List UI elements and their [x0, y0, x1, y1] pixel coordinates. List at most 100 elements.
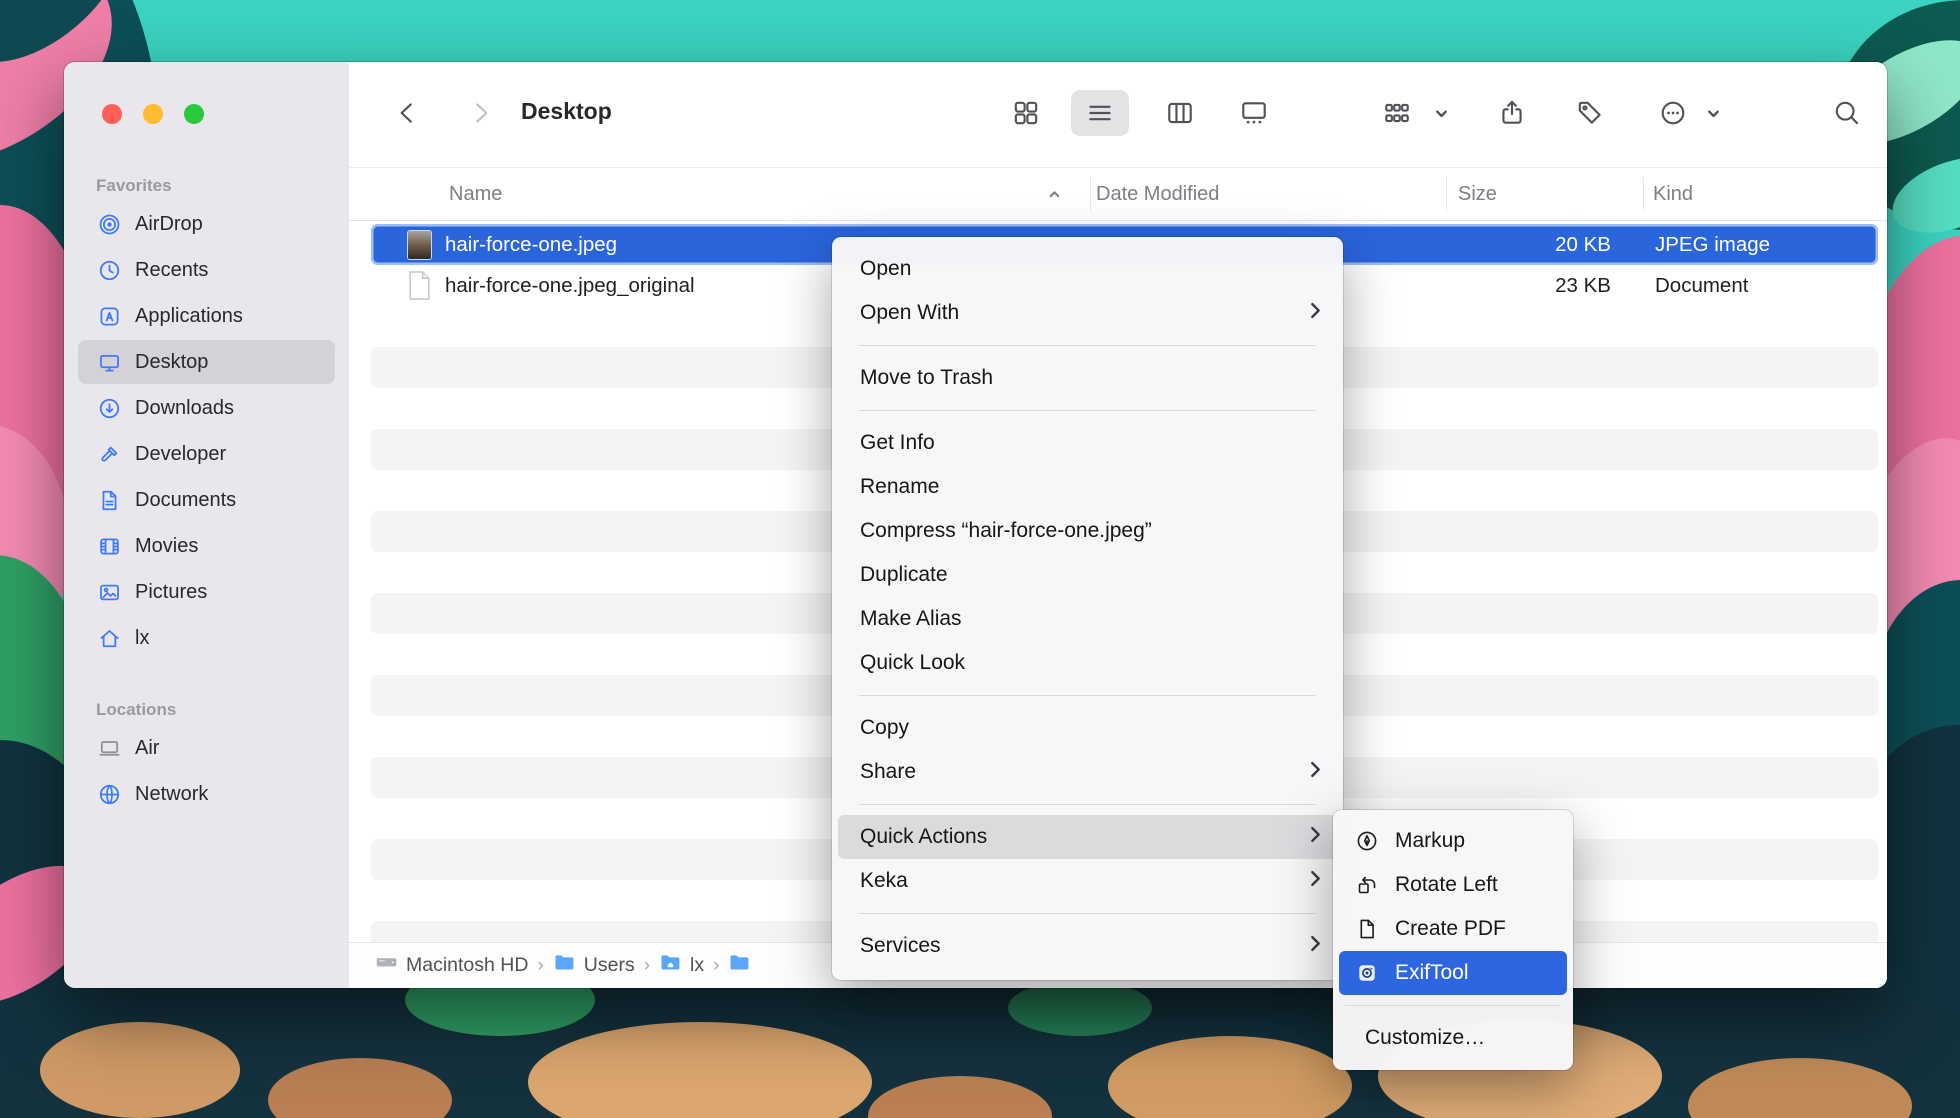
menu-item-get-info[interactable]: Get Info — [838, 421, 1337, 465]
back-button[interactable] — [385, 90, 429, 136]
icon-view-button[interactable] — [997, 90, 1055, 136]
column-header-name[interactable]: Name — [449, 168, 502, 220]
file-kind: JPEG image — [1655, 233, 1770, 257]
window-controls — [102, 104, 204, 124]
sidebar-item-developer[interactable]: Developer — [78, 432, 335, 476]
file-name: hair-force-one.jpeg — [445, 233, 617, 257]
menu-item-move-to-trash[interactable]: Move to Trash — [838, 356, 1337, 400]
share-button[interactable] — [1488, 90, 1536, 136]
quick-actions-submenu: Markup Rotate Left Create PDF ExifTool C… — [1333, 810, 1573, 1070]
menu-item-share[interactable]: Share — [838, 750, 1337, 794]
column-header-date-modified[interactable]: Date Modified — [1096, 168, 1219, 220]
submenu-item-create-pdf[interactable]: Create PDF — [1339, 907, 1567, 951]
gallery-view-button[interactable] — [1225, 90, 1283, 136]
sidebar-item-downloads[interactable]: Downloads — [78, 386, 335, 430]
submenu-chevron-right-icon — [1310, 869, 1321, 893]
downloads-icon — [96, 395, 122, 421]
submenu-item-rotate-left[interactable]: Rotate Left — [1339, 863, 1567, 907]
path-item-users[interactable]: Users — [553, 951, 635, 980]
sidebar-item-label: lx — [135, 627, 149, 650]
submenu-chevron-right-icon — [1310, 825, 1321, 849]
sidebar-item-movies[interactable]: Movies — [78, 524, 335, 568]
home-icon — [96, 625, 122, 651]
sidebar-item-network[interactable]: Network — [78, 772, 335, 816]
gallery-view-icon — [1239, 98, 1269, 128]
menu-separator — [859, 913, 1316, 914]
home-folder-icon — [659, 951, 682, 980]
submenu-item-exiftool[interactable]: ExifTool — [1339, 951, 1567, 995]
path-item-label: Macintosh HD — [406, 954, 528, 977]
submenu-item-label: Rotate Left — [1395, 873, 1498, 897]
list-column-header: Name Date Modified Size Kind — [349, 167, 1887, 221]
sidebar-section-title-favorites: Favorites — [96, 176, 349, 196]
menu-item-quick-look[interactable]: Quick Look — [838, 641, 1337, 685]
sidebar-item-label: AirDrop — [135, 213, 203, 236]
submenu-item-customize[interactable]: Customize… — [1339, 1016, 1567, 1060]
forward-button[interactable] — [459, 90, 503, 136]
minimize-button[interactable] — [143, 104, 163, 124]
rotate-left-icon — [1354, 872, 1380, 898]
submenu-item-label: Markup — [1395, 829, 1465, 853]
path-item-label: lx — [690, 954, 704, 977]
group-button[interactable] — [1371, 90, 1423, 136]
menu-separator — [859, 410, 1316, 411]
sidebar-item-lx[interactable]: lx — [78, 616, 335, 660]
sidebar-item-label: Recents — [135, 259, 208, 282]
path-item-label: Users — [584, 954, 635, 977]
path-item-folder[interactable] — [728, 951, 759, 980]
chevron-left-icon — [392, 98, 422, 128]
column-divider — [1643, 177, 1644, 211]
airdrop-icon — [96, 211, 122, 237]
path-item-lx[interactable]: lx — [659, 951, 704, 980]
list-view-icon — [1085, 98, 1115, 128]
search-button[interactable] — [1823, 90, 1871, 136]
menu-item-services[interactable]: Services — [838, 924, 1337, 968]
sidebar-item-airdrop[interactable]: AirDrop — [78, 202, 335, 246]
sidebar-item-label: Network — [135, 783, 208, 806]
column-header-size[interactable]: Size — [1458, 168, 1497, 220]
sidebar-item-desktop[interactable]: Desktop — [78, 340, 335, 384]
menu-item-duplicate[interactable]: Duplicate — [838, 553, 1337, 597]
movies-icon — [96, 533, 122, 559]
sidebar-item-applications[interactable]: Applications — [78, 294, 335, 338]
path-separator: › — [644, 955, 650, 977]
submenu-item-label: Customize… — [1365, 1026, 1485, 1050]
documents-icon — [96, 487, 122, 513]
list-view-button[interactable] — [1071, 90, 1129, 136]
column-divider — [1446, 177, 1447, 211]
submenu-item-markup[interactable]: Markup — [1339, 819, 1567, 863]
menu-item-open[interactable]: Open — [838, 247, 1337, 291]
sidebar-item-documents[interactable]: Documents — [78, 478, 335, 522]
column-view-button[interactable] — [1151, 90, 1209, 136]
hard-drive-icon — [375, 951, 398, 980]
zoom-button[interactable] — [184, 104, 204, 124]
file-size: 20 KB — [1491, 233, 1611, 257]
path-item-macintosh-hd[interactable]: Macintosh HD — [375, 951, 528, 980]
path-separator: › — [713, 955, 719, 977]
sidebar-item-pictures[interactable]: Pictures — [78, 570, 335, 614]
folder-icon — [728, 951, 751, 980]
menu-item-quick-actions[interactable]: Quick Actions — [838, 815, 1337, 859]
tag-icon — [1575, 98, 1605, 128]
menu-item-compress[interactable]: Compress “hair-force-one.jpeg” — [838, 509, 1337, 553]
more-actions-button[interactable] — [1649, 90, 1697, 136]
developer-hammer-icon — [96, 441, 122, 467]
sidebar-item-label: Documents — [135, 489, 236, 512]
menu-item-copy[interactable]: Copy — [838, 706, 1337, 750]
sidebar-item-air[interactable]: Air — [78, 726, 335, 770]
column-header-kind[interactable]: Kind — [1653, 168, 1693, 220]
create-pdf-icon — [1354, 916, 1380, 942]
network-globe-icon — [96, 781, 122, 807]
menu-item-make-alias[interactable]: Make Alias — [838, 597, 1337, 641]
sidebar-item-label: Movies — [135, 535, 198, 558]
file-size: 23 KB — [1491, 274, 1611, 298]
menu-item-keka[interactable]: Keka — [838, 859, 1337, 903]
close-button[interactable] — [102, 104, 122, 124]
menu-item-open-with[interactable]: Open With — [838, 291, 1337, 335]
tags-button[interactable] — [1566, 90, 1614, 136]
menu-separator — [859, 695, 1316, 696]
menu-item-rename[interactable]: Rename — [838, 465, 1337, 509]
sidebar-item-recents[interactable]: Recents — [78, 248, 335, 292]
context-menu: Open Open With Move to Trash Get Info Re… — [832, 237, 1343, 980]
column-view-icon — [1165, 98, 1195, 128]
